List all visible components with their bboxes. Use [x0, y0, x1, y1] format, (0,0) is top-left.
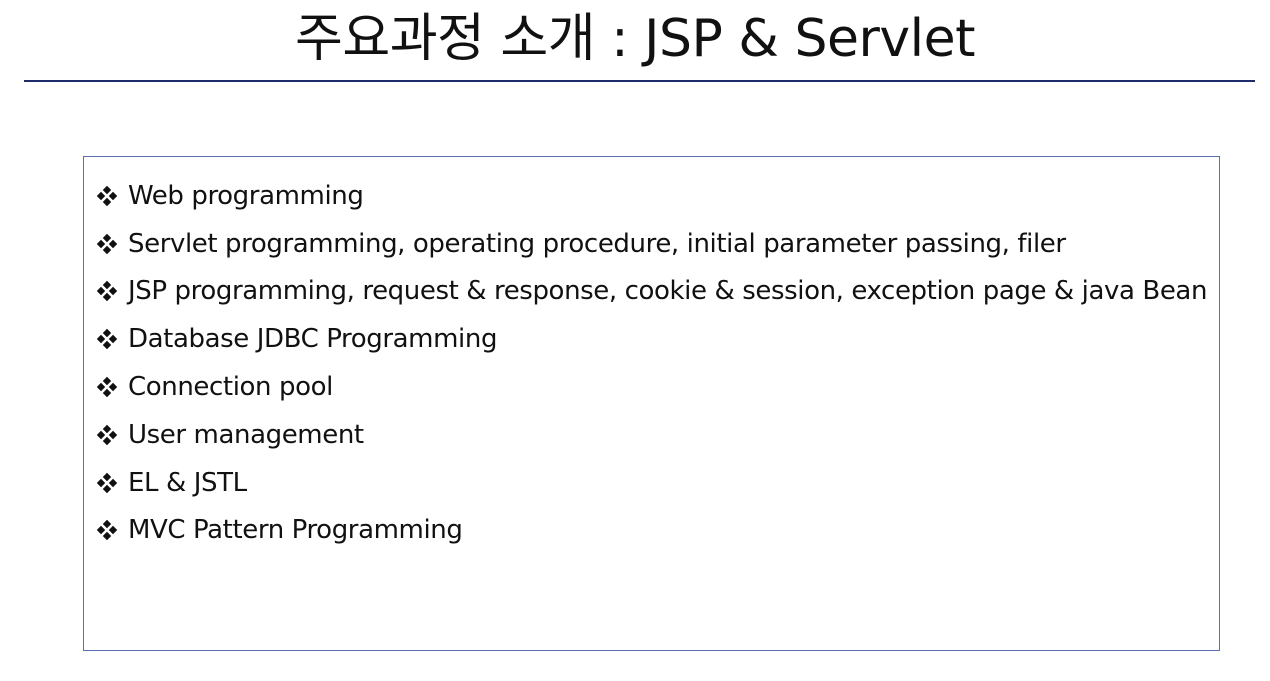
- topic-label: Servlet programming, operating procedure…: [128, 228, 1066, 259]
- diamond-bullet-icon: [96, 472, 118, 494]
- topic-label: JSP programming, request & response, coo…: [128, 276, 1208, 307]
- slide-title: 주요과정 소개 : JSP & Servlet: [295, 9, 975, 69]
- diamond-bullet-icon: [96, 185, 118, 207]
- diamond-bullet-icon: [96, 328, 118, 350]
- diamond-bullet-icon: [96, 233, 118, 255]
- topic-item-connection-pool: Connection pool: [96, 363, 1219, 411]
- title-divider: [24, 80, 1255, 82]
- topic-item-user-management: User management: [96, 411, 1219, 459]
- topic-label: Database JDBC Programming: [128, 324, 498, 355]
- topic-label: MVC Pattern Programming: [128, 515, 463, 546]
- topic-label: Connection pool: [128, 372, 333, 403]
- topic-label: Web programming: [128, 180, 364, 211]
- topic-item-jsp-programming: JSP programming, request & response, coo…: [96, 268, 1219, 316]
- topic-list: Web programming Servlet programming, ope…: [84, 157, 1219, 554]
- diamond-bullet-icon: [96, 424, 118, 446]
- topic-item-database-jdbc: Database JDBC Programming: [96, 315, 1219, 363]
- diamond-bullet-icon: [96, 376, 118, 398]
- topic-item-mvc-pattern: MVC Pattern Programming: [96, 507, 1219, 555]
- topics-box: Web programming Servlet programming, ope…: [83, 156, 1220, 651]
- topic-label: EL & JSTL: [128, 467, 247, 498]
- topic-item-el-jstl: EL & JSTL: [96, 459, 1219, 507]
- diamond-bullet-icon: [96, 519, 118, 541]
- diamond-bullet-icon: [96, 280, 118, 302]
- topic-item-servlet-programming: Servlet programming, operating procedure…: [96, 220, 1219, 268]
- topic-item-web-programming: Web programming: [96, 172, 1219, 220]
- topic-label: User management: [128, 419, 364, 450]
